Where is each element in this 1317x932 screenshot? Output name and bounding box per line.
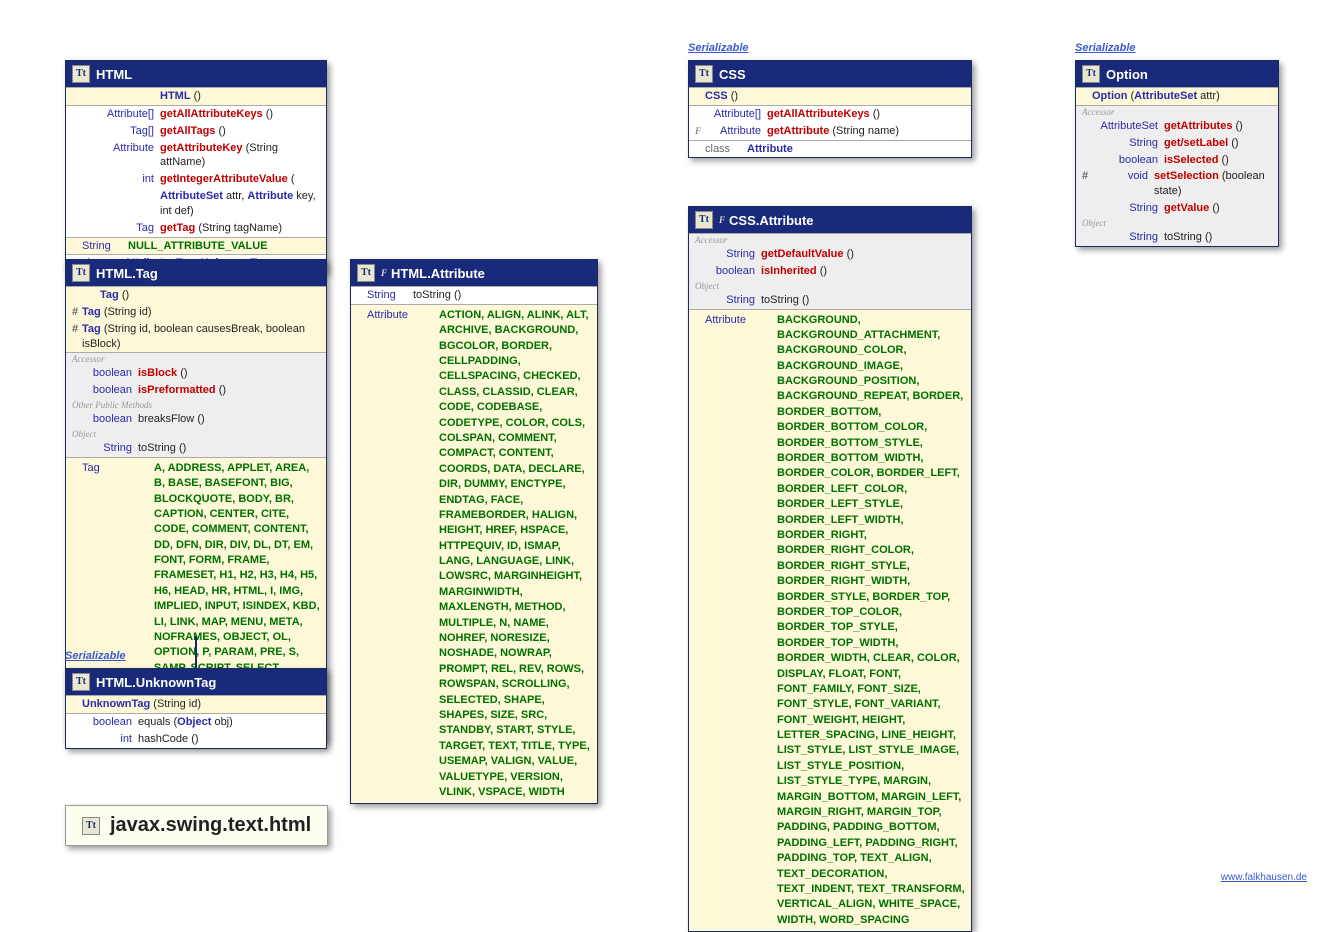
final-modifier: F [719, 215, 725, 225]
class-header: Tt HTML.Tag [66, 260, 326, 286]
css-attribute-constants: BACKGROUND, BACKGROUND_ATTACHMENT, BACKG… [777, 314, 965, 926]
class-header: Tt HTML [66, 61, 326, 87]
class-css: Tt CSS CSS () Attribute[]getAllAttribute… [688, 60, 972, 158]
class-title: HTML.Attribute [391, 266, 485, 281]
class-html-unknowntag: Tt HTML.UnknownTag UnknownTag (String id… [65, 668, 327, 749]
class-header: Tt F HTML.Attribute [351, 260, 597, 286]
class-title: CSS.Attribute [729, 213, 814, 228]
class-icon: Tt [72, 264, 90, 282]
class-header: Tt Option [1076, 61, 1278, 87]
class-html-attribute: Tt F HTML.Attribute StringtoString () At… [350, 259, 598, 804]
inheritance-line [195, 636, 197, 668]
attribute-constants: ACTION, ALIGN, ALINK, ALT, ARCHIVE, BACK… [439, 309, 590, 798]
serializable-label[interactable]: Serializable [688, 42, 749, 54]
class-css-attribute: Tt F CSS.Attribute Accessor StringgetDef… [688, 206, 972, 932]
package-name: javax.swing.text.html [110, 814, 311, 837]
serializable-label[interactable]: Serializable [1075, 42, 1136, 54]
footer-link[interactable]: www.falkhausen.de [1221, 872, 1307, 883]
class-title: Option [1106, 67, 1148, 82]
class-option: Tt Option Option (AttributeSet attr) Acc… [1075, 60, 1279, 247]
class-title: HTML [96, 67, 132, 82]
final-modifier: F [381, 268, 387, 278]
package-label: Tt javax.swing.text.html [65, 805, 328, 846]
class-header: Tt F CSS.Attribute [689, 207, 971, 233]
class-header: Tt HTML.UnknownTag [66, 669, 326, 695]
class-header: Tt CSS [689, 61, 971, 87]
class-icon: Tt [695, 211, 713, 229]
class-title: CSS [719, 67, 746, 82]
serializable-label[interactable]: Serializable [65, 650, 126, 662]
class-title: HTML.Tag [96, 266, 158, 281]
package-icon: Tt [82, 817, 100, 835]
class-icon: Tt [1082, 65, 1100, 83]
class-icon: Tt [72, 673, 90, 691]
class-html: Tt HTML HTML () Attribute[]getAllAttribu… [65, 60, 327, 273]
class-icon: Tt [695, 65, 713, 83]
class-icon: Tt [357, 264, 375, 282]
class-title: HTML.UnknownTag [96, 675, 216, 690]
class-icon: Tt [72, 65, 90, 83]
